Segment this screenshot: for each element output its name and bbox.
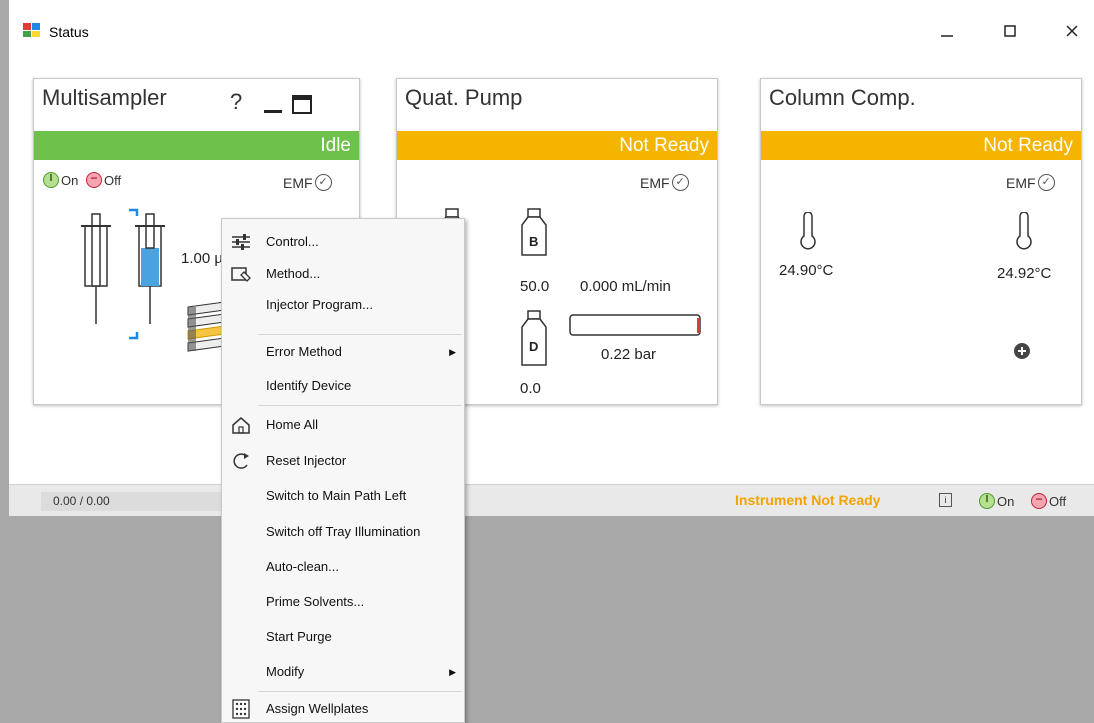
instrument-off-button[interactable]: − Off xyxy=(1031,493,1066,509)
window-title: Status xyxy=(49,24,89,40)
close-icon xyxy=(1066,25,1078,37)
minimize-icon xyxy=(941,35,953,37)
pump-status: Not Ready xyxy=(397,131,717,160)
emf-label: EMF xyxy=(1006,174,1036,191)
menu-item-injector-program[interactable]: Injector Program... xyxy=(222,290,464,320)
method-icon xyxy=(231,267,251,282)
menu-item-label: Error Method xyxy=(266,344,342,359)
expand-icon[interactable] xyxy=(291,93,313,115)
menu-item-switch-main-path[interactable]: Switch to Main Path Left xyxy=(222,481,464,511)
column-title: Column Comp. xyxy=(769,85,916,110)
menu-item-label: Prime Solvents... xyxy=(266,594,365,609)
menu-item-label: Reset Injector xyxy=(266,453,347,468)
bottle-d-value: 0.0 xyxy=(520,380,541,397)
reset-icon xyxy=(233,453,249,469)
menu-item-label: Switch off Tray Illumination xyxy=(266,524,421,539)
bottle-d-label: D xyxy=(529,339,539,354)
menu-item-label: Modify xyxy=(266,664,305,679)
submenu-arrow-icon: ▶ xyxy=(449,347,456,357)
menu-item-label: Start Purge xyxy=(266,629,332,644)
context-menu: Control... Method... Injector Program...… xyxy=(221,218,465,723)
syringe-volume: 1.00 µ xyxy=(181,250,224,267)
title-bar: Status xyxy=(9,0,1094,60)
off-label: Off xyxy=(1049,493,1067,509)
bottle-b-label: B xyxy=(529,234,539,249)
power-off-icon: − xyxy=(1031,493,1047,509)
close-button[interactable] xyxy=(1057,18,1087,44)
multisampler-status: Idle xyxy=(34,131,359,160)
pressure-value: 0.22 bar xyxy=(601,346,657,363)
column-status: Not Ready xyxy=(761,131,1081,160)
multisampler-emf[interactable]: EMF ✓ xyxy=(283,174,332,191)
multisampler-on-button[interactable]: I On xyxy=(43,172,78,188)
bottle-b-icon xyxy=(521,208,547,256)
menu-separator xyxy=(258,691,462,692)
menu-item-label: Injector Program... xyxy=(266,297,373,312)
menu-item-label: Switch to Main Path Left xyxy=(266,488,407,503)
power-on-icon: I xyxy=(43,172,59,188)
column-emf[interactable]: EMF ✓ xyxy=(1006,174,1055,191)
app-icon xyxy=(23,23,40,37)
info-icon[interactable]: i xyxy=(939,493,952,507)
maximize-button[interactable] xyxy=(995,18,1025,44)
on-label: On xyxy=(997,493,1015,509)
menu-item-error-method[interactable]: Error Method ▶ xyxy=(222,337,464,367)
pressure-gauge xyxy=(569,314,701,336)
power-on-icon: I xyxy=(979,493,995,509)
bottom-status-bar: 0.00 / 0.00 Instrument Not Ready i I On … xyxy=(9,484,1094,516)
pump-emf[interactable]: EMF ✓ xyxy=(640,174,689,191)
submenu-arrow-icon: ▶ xyxy=(449,667,456,677)
pump-title: Quat. Pump xyxy=(405,85,523,110)
menu-item-reset-injector[interactable]: Reset Injector xyxy=(222,446,464,476)
menu-item-label: Identify Device xyxy=(266,378,352,393)
menu-item-auto-clean[interactable]: Auto-clean... xyxy=(222,552,464,582)
help-button[interactable]: ? xyxy=(230,89,242,115)
checkmark-icon: ✓ xyxy=(1037,174,1055,191)
column-panel[interactable]: Column Comp. Not Ready EMF ✓ 24.90°C 24.… xyxy=(760,78,1082,405)
status-window: Status Multisampler ? Idle I On − Off EM… xyxy=(9,0,1094,516)
menu-item-identify-device[interactable]: Identify Device xyxy=(222,371,464,401)
instrument-status: Instrument Not Ready xyxy=(735,492,881,508)
menu-item-tray-illumination[interactable]: Switch off Tray Illumination xyxy=(222,517,464,547)
emf-label: EMF xyxy=(283,174,313,191)
sliders-icon xyxy=(232,234,250,250)
on-label: On xyxy=(61,172,79,188)
menu-separator xyxy=(258,405,462,406)
checkmark-icon: ✓ xyxy=(314,174,332,191)
menu-item-modify[interactable]: Modify ▶ xyxy=(222,657,464,687)
menu-item-label: Auto-clean... xyxy=(266,559,339,574)
menu-item-control[interactable]: Control... xyxy=(222,227,464,257)
add-icon[interactable] xyxy=(1013,342,1031,360)
off-label: Off xyxy=(104,172,122,188)
temp-left: 24.90°C xyxy=(779,262,834,279)
menu-item-label: Control... xyxy=(266,234,319,249)
menu-item-home-all[interactable]: Home All xyxy=(222,410,464,440)
menu-item-label: Home All xyxy=(266,417,319,432)
menu-item-prime-solvents[interactable]: Prime Solvents... xyxy=(222,587,464,617)
home-icon xyxy=(232,417,250,434)
collapse-icon[interactable] xyxy=(262,93,284,115)
thermometer-right-icon xyxy=(1016,212,1032,250)
menu-item-label: Method... xyxy=(266,266,321,281)
menu-item-method[interactable]: Method... xyxy=(222,259,464,289)
menu-item-assign-wellplates[interactable]: Assign Wellplates xyxy=(222,694,464,723)
temp-right: 24.92°C xyxy=(997,265,1052,282)
instrument-on-button[interactable]: I On xyxy=(979,493,1014,509)
menu-item-start-purge[interactable]: Start Purge xyxy=(222,622,464,652)
multisampler-title: Multisampler xyxy=(42,85,167,110)
multisampler-off-button[interactable]: − Off xyxy=(86,172,121,188)
checkmark-icon: ✓ xyxy=(671,174,689,191)
run-counter: 0.00 / 0.00 xyxy=(41,492,231,511)
bottle-b-value: 50.0 xyxy=(520,278,550,295)
power-off-icon: − xyxy=(86,172,102,188)
thermometer-left-icon xyxy=(800,212,816,250)
menu-separator xyxy=(258,334,462,335)
flow-rate: 0.000 mL/min xyxy=(580,278,671,295)
maximize-icon xyxy=(1004,25,1016,37)
minimize-button[interactable] xyxy=(932,18,962,44)
menu-item-label: Assign Wellplates xyxy=(266,701,369,716)
emf-label: EMF xyxy=(640,174,670,191)
wellplate-icon xyxy=(232,699,250,719)
